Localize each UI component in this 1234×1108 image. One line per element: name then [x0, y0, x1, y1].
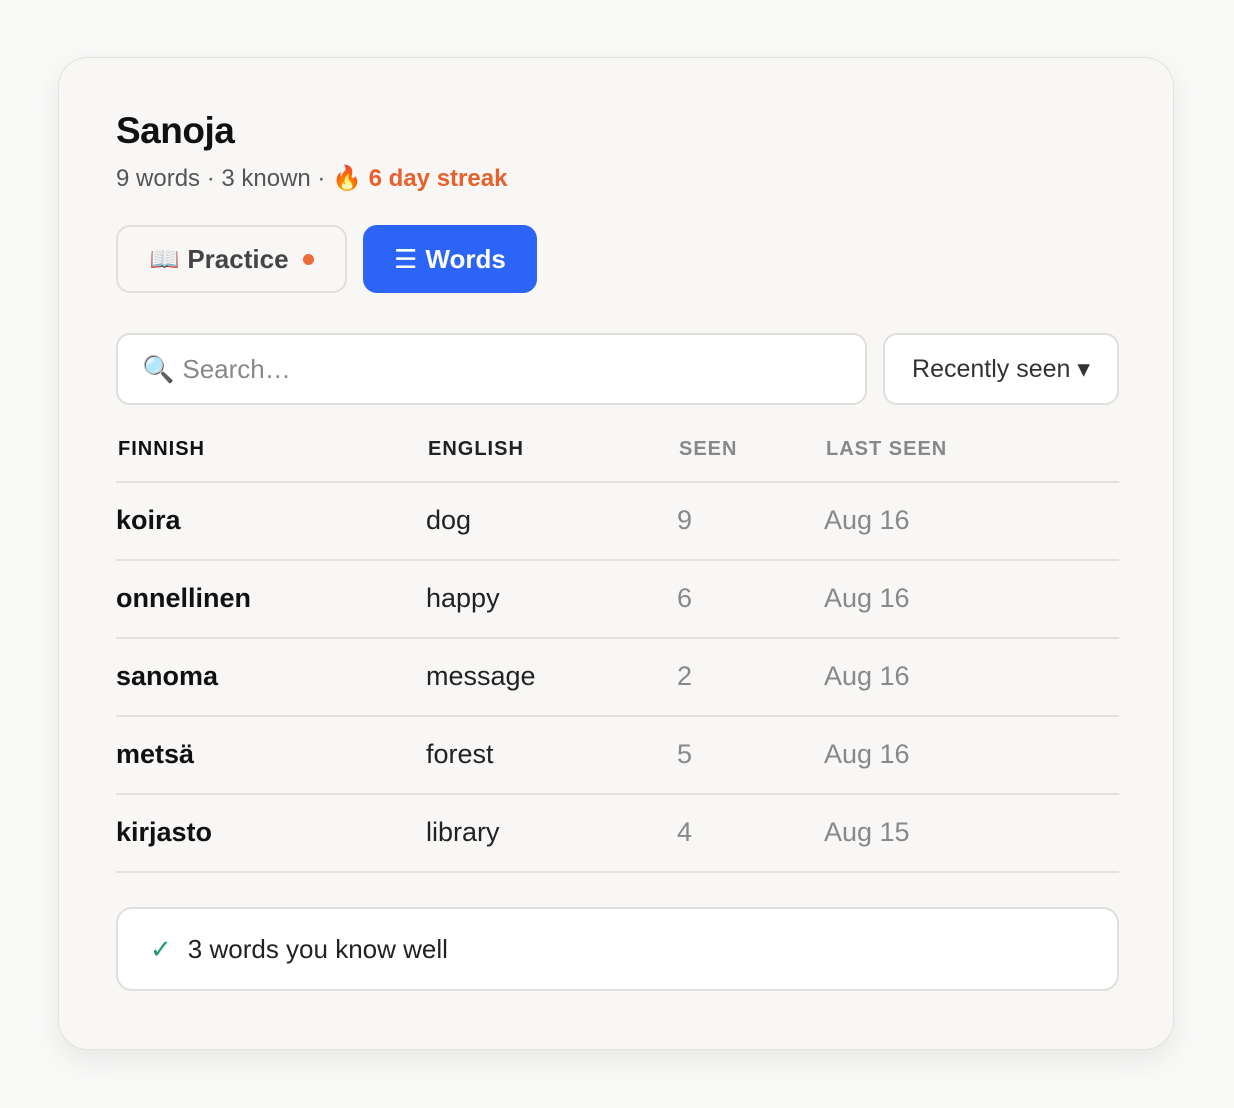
word-count: 9 words: [116, 165, 201, 192]
last-seen-date: Aug 16: [824, 505, 910, 535]
tab-practice-label: Practice: [187, 243, 289, 274]
table-row[interactable]: koira dog 9 Aug 16: [116, 483, 1119, 561]
known-words-label: 3 words you know well: [187, 933, 448, 964]
english-word: library: [426, 817, 500, 847]
streak-badge: 6 day streak: [368, 165, 508, 192]
english-word: forest: [426, 739, 494, 769]
last-seen-date: Aug 16: [824, 583, 910, 613]
finnish-word: kirjasto: [116, 817, 213, 847]
table-header: FINNISH ENGLISH SEEN LAST SEEN: [116, 423, 1119, 483]
english-word: dog: [426, 505, 472, 535]
sort-selected: Recently seen: [912, 354, 1071, 383]
separator: ·: [200, 165, 222, 192]
last-seen-date: Aug 16: [824, 661, 910, 691]
words-table: FINNISH ENGLISH SEEN LAST SEEN koira dog…: [116, 423, 1119, 873]
known-words-section[interactable]: ✓ 3 words you know well: [116, 907, 1119, 991]
search-box: 🔍: [116, 333, 867, 405]
table-row[interactable]: sanoma message 2 Aug 16: [116, 639, 1119, 717]
fire-icon: 🔥: [332, 165, 362, 192]
known-count: 3 known: [221, 165, 311, 192]
seen-count: 6: [677, 583, 693, 613]
book-icon: 📖: [149, 245, 180, 273]
search-input[interactable]: [182, 353, 823, 385]
tab-practice[interactable]: 📖 Practice: [116, 225, 347, 293]
table-row[interactable]: onnellinen happy 6 Aug 16: [116, 561, 1119, 639]
word-list-card: Sanoja 9 words · 3 known · 🔥 6 day strea…: [58, 57, 1174, 1050]
seen-count: 9: [677, 505, 693, 535]
sort-dropdown[interactable]: Recently seen ▾: [883, 333, 1119, 405]
stats-line: 9 words · 3 known · 🔥 6 day streak: [116, 164, 507, 193]
seen-count: 4: [677, 817, 693, 847]
table-row[interactable]: kirjasto library 4 Aug 15: [116, 795, 1119, 873]
separator: ·: [310, 165, 333, 192]
finnish-word: sanoma: [116, 661, 219, 691]
search-icon: 🔍: [142, 353, 175, 384]
tab-words-label: Words: [425, 243, 506, 274]
finnish-word: onnellinen: [116, 583, 251, 613]
header-last-seen[interactable]: LAST SEEN: [826, 438, 947, 461]
header-english[interactable]: ENGLISH: [428, 438, 524, 461]
chevron-down-icon: ▾: [1070, 355, 1090, 383]
english-word: happy: [426, 583, 500, 613]
table-row[interactable]: metsä forest 5 Aug 16: [116, 717, 1119, 795]
last-seen-date: Aug 16: [824, 739, 910, 769]
check-icon: ✓: [150, 933, 172, 964]
app-title: Sanoja: [116, 110, 235, 151]
finnish-word: koira: [116, 505, 181, 535]
menu-icon: ☰: [394, 243, 418, 274]
tab-words[interactable]: ☰ Words: [363, 225, 537, 293]
english-word: message: [426, 661, 536, 691]
seen-count: 2: [677, 661, 693, 691]
header-seen[interactable]: SEEN: [679, 438, 737, 461]
seen-count: 5: [677, 739, 693, 769]
finnish-word: metsä: [116, 739, 195, 769]
last-seen-date: Aug 15: [824, 817, 910, 847]
header-finnish[interactable]: FINNISH: [118, 438, 205, 461]
notification-dot: [302, 253, 314, 265]
